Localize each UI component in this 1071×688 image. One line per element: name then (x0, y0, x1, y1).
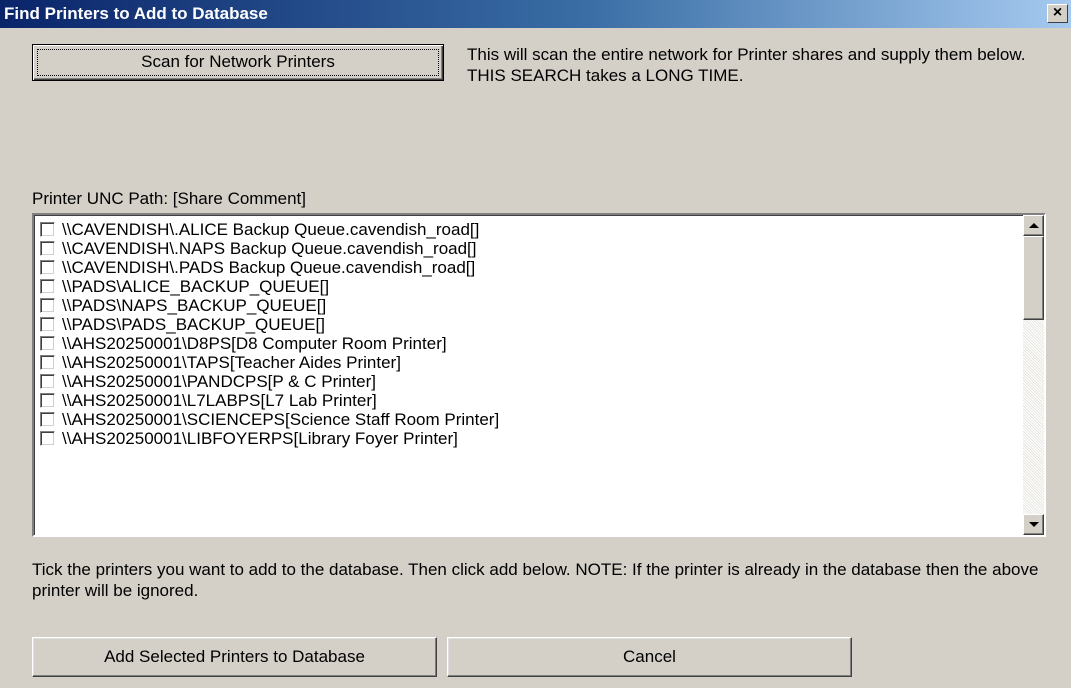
scan-description: This will scan the entire network for Pr… (467, 45, 1026, 85)
printer-checkbox[interactable] (40, 279, 55, 294)
printer-path: \\AHS20250001\SCIENCEPS[Science Staff Ro… (62, 410, 500, 429)
close-button[interactable]: × (1047, 4, 1068, 23)
cancel-button[interactable]: Cancel (447, 637, 852, 677)
printer-checkbox[interactable] (40, 260, 55, 275)
printer-list[interactable]: \\CAVENDISH\.ALICE Backup Queue.cavendis… (32, 213, 1046, 537)
list-item[interactable]: \\PADS\PADS_BACKUP_QUEUE[] (40, 315, 325, 335)
printer-checkbox[interactable] (40, 241, 55, 256)
list-item[interactable]: \\PADS\NAPS_BACKUP_QUEUE[] (40, 296, 326, 316)
list-item[interactable]: \\AHS20250001\LIBFOYERPS[Library Foyer P… (40, 429, 458, 449)
printer-checkbox[interactable] (40, 412, 55, 427)
list-item[interactable]: \\AHS20250001\TAPS[Teacher Aides Printer… (40, 353, 401, 373)
arrow-down-icon (1029, 522, 1039, 527)
printer-checkbox[interactable] (40, 431, 55, 446)
scan-network-printers-button[interactable]: Scan for Network Printers (32, 44, 444, 81)
printer-path: \\AHS20250001\PANDCPS[P & C Printer] (62, 372, 377, 391)
list-item[interactable]: \\AHS20250001\SCIENCEPS[Science Staff Ro… (40, 410, 499, 430)
printer-list-items: \\CAVENDISH\.ALICE Backup Queue.cavendis… (34, 215, 1023, 535)
add-button-label: Add Selected Printers to Database (104, 647, 365, 666)
printer-checkbox[interactable] (40, 317, 55, 332)
add-selected-printers-button[interactable]: Add Selected Printers to Database (32, 637, 437, 677)
scan-button-label: Scan for Network Printers (141, 52, 335, 71)
printer-path: \\PADS\NAPS_BACKUP_QUEUE[] (62, 296, 327, 315)
printer-path: \\AHS20250001\D8PS[D8 Computer Room Prin… (62, 334, 447, 353)
printer-checkbox[interactable] (40, 298, 55, 313)
list-item[interactable]: \\PADS\ALICE_BACKUP_QUEUE[] (40, 277, 329, 297)
printer-checkbox[interactable] (40, 336, 55, 351)
arrow-up-icon (1029, 223, 1039, 228)
list-item[interactable]: \\AHS20250001\L7LABPS[L7 Lab Printer] (40, 391, 377, 411)
scroll-up-button[interactable] (1023, 215, 1044, 236)
list-item[interactable]: \\AHS20250001\D8PS[D8 Computer Room Prin… (40, 334, 447, 354)
list-item[interactable]: \\CAVENDISH\.ALICE Backup Queue.cavendis… (40, 220, 479, 240)
scroll-down-button[interactable] (1023, 514, 1044, 535)
printer-checkbox[interactable] (40, 374, 55, 389)
cancel-button-label: Cancel (623, 647, 676, 666)
scroll-thumb[interactable] (1023, 236, 1044, 320)
vertical-scrollbar[interactable] (1023, 215, 1044, 535)
list-item[interactable]: \\AHS20250001\PANDCPS[P & C Printer] (40, 372, 376, 392)
instructions-text: Tick the printers you want to add to the… (32, 560, 1039, 600)
printer-checkbox[interactable] (40, 355, 55, 370)
printer-path: \\CAVENDISH\.NAPS Backup Queue.cavendish… (62, 239, 477, 258)
list-header-label: Printer UNC Path: [Share Comment] (32, 189, 306, 208)
printer-path: \\PADS\ALICE_BACKUP_QUEUE[] (62, 277, 330, 296)
window-title: Find Printers to Add to Database (4, 4, 268, 23)
list-item[interactable]: \\CAVENDISH\.PADS Backup Queue.cavendish… (40, 258, 475, 278)
printer-path: \\AHS20250001\L7LABPS[L7 Lab Printer] (62, 391, 377, 410)
printer-path: \\PADS\PADS_BACKUP_QUEUE[] (62, 315, 325, 334)
find-printers-dialog: Find Printers to Add to Database × Scan … (0, 0, 1071, 688)
printer-path: \\AHS20250001\LIBFOYERPS[Library Foyer P… (62, 429, 458, 448)
list-item[interactable]: \\CAVENDISH\.NAPS Backup Queue.cavendish… (40, 239, 477, 259)
printer-path: \\CAVENDISH\.PADS Backup Queue.cavendish… (62, 258, 476, 277)
close-icon: × (1052, 4, 1063, 21)
printer-path: \\AHS20250001\TAPS[Teacher Aides Printer… (62, 353, 401, 372)
printer-checkbox[interactable] (40, 222, 55, 237)
title-bar[interactable]: Find Printers to Add to Database × (0, 0, 1071, 28)
printer-checkbox[interactable] (40, 393, 55, 408)
printer-path: \\CAVENDISH\.ALICE Backup Queue.cavendis… (62, 220, 480, 239)
